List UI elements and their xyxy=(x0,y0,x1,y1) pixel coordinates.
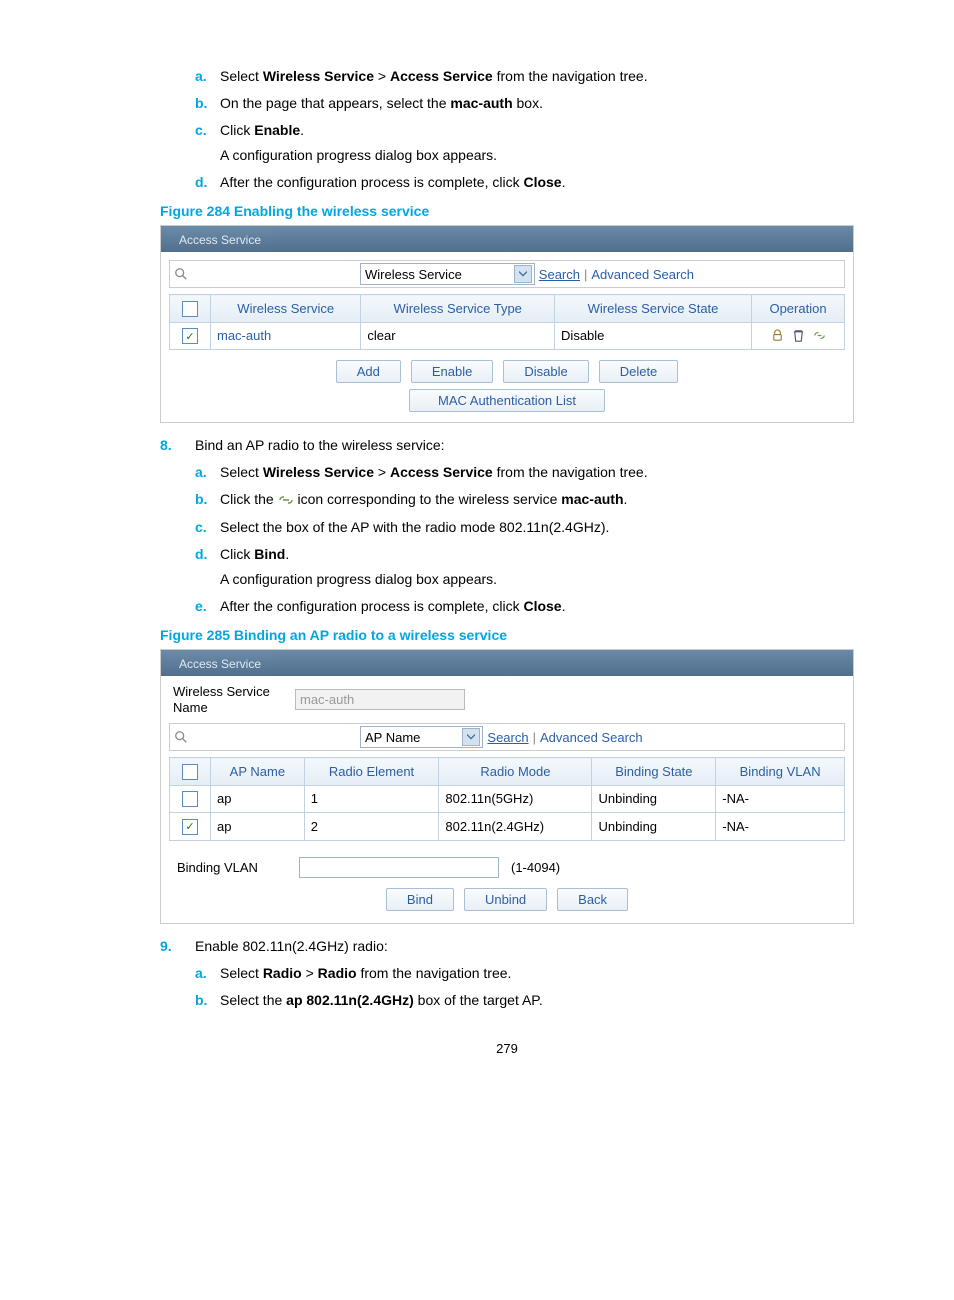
back-button[interactable]: Back xyxy=(557,888,628,911)
search-icon xyxy=(174,730,188,744)
row-checkbox[interactable] xyxy=(182,791,198,807)
link-icon xyxy=(278,490,294,511)
figure-285-caption: Figure 285 Binding an AP radio to a wire… xyxy=(160,627,854,643)
chevron-down-icon xyxy=(514,265,532,283)
step-8a: a. Select Wireless Service > Access Serv… xyxy=(195,462,854,483)
search-input[interactable] xyxy=(192,727,356,747)
step-8: 8. Bind an AP radio to the wireless serv… xyxy=(160,435,854,456)
delete-icon[interactable] xyxy=(791,328,806,343)
row-checkbox[interactable]: ✓ xyxy=(182,328,198,344)
col-binding-vlan: Binding VLAN xyxy=(716,758,845,786)
wireless-service-name-row: Wireless Service Name xyxy=(173,684,845,715)
step-8c: c. Select the box of the AP with the rad… xyxy=(195,517,854,538)
enable-button[interactable]: Enable xyxy=(411,360,493,383)
tab-access-service[interactable]: Access Service xyxy=(167,228,273,252)
figure-284-caption: Figure 284 Enabling the wireless service xyxy=(160,203,854,219)
search-row: Wireless Service Search | Advanced Searc… xyxy=(169,260,845,288)
step-8d: d. Click Bind. A configuration progress … xyxy=(195,544,854,590)
search-row: AP Name Search | Advanced Search xyxy=(169,723,845,751)
row-checkbox[interactable]: ✓ xyxy=(182,819,198,835)
bind-button[interactable]: Bind xyxy=(386,888,454,911)
wireless-service-table: Wireless Service Wireless Service Type W… xyxy=(169,294,845,350)
search-icon xyxy=(174,267,188,281)
link-icon[interactable] xyxy=(812,328,827,343)
security-icon[interactable] xyxy=(770,328,785,343)
add-button[interactable]: Add xyxy=(336,360,401,383)
search-input[interactable] xyxy=(192,264,356,284)
bind-action-buttons: Bind Unbind Back xyxy=(161,888,853,911)
disable-button[interactable]: Disable xyxy=(503,360,588,383)
col-wireless-service: Wireless Service xyxy=(211,295,361,323)
steps-bind-ap: a. Select Wireless Service > Access Serv… xyxy=(160,462,854,617)
col-binding-state: Binding State xyxy=(592,758,716,786)
tab-bar: Access Service xyxy=(161,650,853,676)
step-9a: a. Select Radio > Radio from the navigat… xyxy=(195,963,854,984)
figure-285: Access Service Wireless Service Name AP … xyxy=(160,649,854,924)
advanced-search-link[interactable]: Advanced Search xyxy=(540,730,643,745)
figure-284: Access Service Wireless Service Search |… xyxy=(160,225,854,423)
search-field-select[interactable]: Wireless Service xyxy=(360,263,535,285)
step-d: d. After the configuration process is co… xyxy=(195,172,854,193)
step-a: a. Select Wireless Service > Access Serv… xyxy=(195,66,854,87)
search-button[interactable]: Search xyxy=(539,267,580,282)
table-row: ap 1 802.11n(5GHz) Unbinding -NA- xyxy=(170,785,845,813)
search-button[interactable]: Search xyxy=(487,730,528,745)
delete-button[interactable]: Delete xyxy=(599,360,679,383)
search-field-select[interactable]: AP Name xyxy=(360,726,483,748)
step-9b: b. Select the ap 802.11n(2.4GHz) box of … xyxy=(195,990,854,1011)
col-radio-mode: Radio Mode xyxy=(439,758,592,786)
col-ap-name: AP Name xyxy=(211,758,305,786)
action-buttons: Add Enable Disable Delete xyxy=(161,360,853,383)
tab-access-service[interactable]: Access Service xyxy=(167,652,273,676)
mac-auth-list-button[interactable]: MAC Authentication List xyxy=(409,389,605,412)
col-wireless-service-state: Wireless Service State xyxy=(555,295,752,323)
ws-name-field xyxy=(295,689,465,710)
ap-radio-table: AP Name Radio Element Radio Mode Binding… xyxy=(169,757,845,841)
header-checkbox[interactable] xyxy=(182,301,198,317)
unbind-button[interactable]: Unbind xyxy=(464,888,547,911)
col-radio-element: Radio Element xyxy=(304,758,439,786)
table-row: ✓ mac-auth clear Disable xyxy=(170,322,845,350)
binding-vlan-label: Binding VLAN xyxy=(177,860,287,875)
binding-vlan-hint: (1-4094) xyxy=(511,860,560,875)
col-checkbox xyxy=(170,295,211,323)
header-checkbox[interactable] xyxy=(182,764,198,780)
binding-vlan-row: Binding VLAN (1-4094) xyxy=(177,857,845,878)
step-8b: b. Click the icon corresponding to the w… xyxy=(195,489,854,511)
step-b: b. On the page that appears, select the … xyxy=(195,93,854,114)
tab-bar: Access Service xyxy=(161,226,853,252)
step-c: c. Click Enable. A configuration progres… xyxy=(195,120,854,166)
col-wireless-service-type: Wireless Service Type xyxy=(361,295,555,323)
advanced-search-link[interactable]: Advanced Search xyxy=(591,267,694,282)
table-row: ✓ ap 2 802.11n(2.4GHz) Unbinding -NA- xyxy=(170,813,845,841)
steps-enable-wireless: a. Select Wireless Service > Access Serv… xyxy=(160,66,854,193)
chevron-down-icon xyxy=(462,728,480,746)
ws-name-label: Wireless Service Name xyxy=(173,684,283,715)
step-9: 9. Enable 802.11n(2.4GHz) radio: xyxy=(160,936,854,957)
steps-enable-radio: a. Select Radio > Radio from the navigat… xyxy=(160,963,854,1011)
page-number: 279 xyxy=(160,1041,854,1056)
service-name-link[interactable]: mac-auth xyxy=(217,328,271,343)
binding-vlan-input[interactable] xyxy=(299,857,499,878)
col-operation: Operation xyxy=(752,295,845,323)
step-8e: e. After the configuration process is co… xyxy=(195,596,854,617)
